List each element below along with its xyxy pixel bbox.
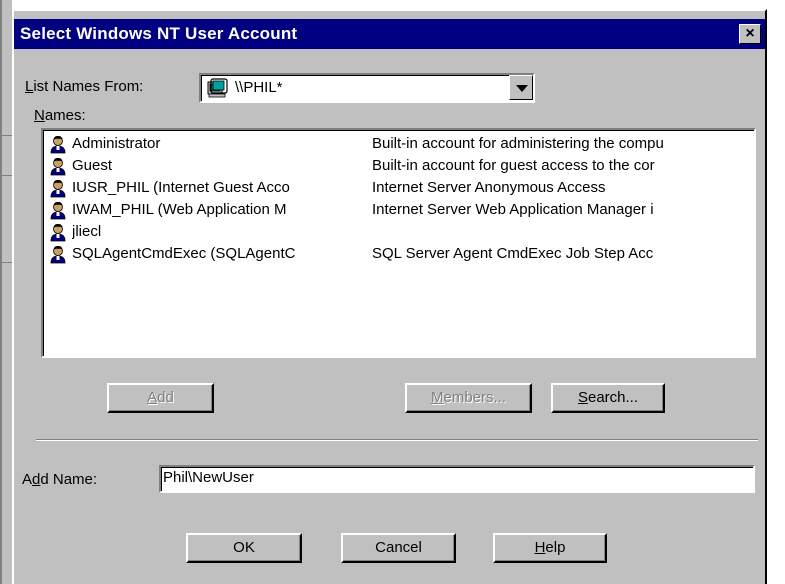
account-name: SQLAgentCmdExec (SQLAgentC: [72, 245, 296, 262]
names-listbox[interactable]: Administrator Built-in account for admini…: [41, 128, 756, 358]
computer-icon: [207, 78, 228, 98]
account-description: SQL Server Agent CmdExec Job Step Acc: [372, 245, 654, 262]
user-icon: [49, 245, 67, 264]
list-item[interactable]: Guest Built-in account for guest access t…: [49, 156, 754, 178]
close-icon: ×: [745, 25, 755, 42]
account-name: IWAM_PHIL (Web Application M: [72, 201, 287, 218]
account-name: jliecl: [72, 223, 102, 240]
add-name-label: Add Name:: [22, 471, 98, 488]
separator: [36, 439, 758, 441]
user-icon: [49, 135, 67, 154]
list-names-from-label: List Names From:: [25, 78, 144, 95]
add-name-value: Phil\NewUser: [163, 469, 254, 486]
add-button[interactable]: Add: [107, 383, 214, 413]
list-item[interactable]: Administrator Built-in account for admini…: [49, 134, 754, 156]
title-bar[interactable]: Select Windows NT User Account ×: [14, 19, 765, 49]
search-button[interactable]: Search...: [551, 383, 665, 413]
account-description: Internet Server Web Application Manager …: [372, 201, 654, 218]
account-name: IUSR_PHIL (Internet Guest Acco: [72, 179, 290, 196]
list-names-from-dropdown[interactable]: \\PHIL*: [199, 73, 535, 103]
account-name: Guest: [72, 157, 113, 174]
list-names-from-value: \\PHIL*: [235, 79, 283, 96]
close-button[interactable]: ×: [739, 24, 761, 44]
background-line: [0, 262, 12, 263]
dropdown-arrow-button[interactable]: [509, 75, 533, 100]
background-line: [0, 175, 12, 176]
cancel-button[interactable]: Cancel: [341, 533, 456, 563]
names-label: Names:: [34, 107, 86, 124]
user-icon: [49, 179, 67, 198]
members-button[interactable]: Members...: [405, 383, 532, 413]
user-icon: [49, 223, 67, 242]
list-item[interactable]: IWAM_PHIL (Web Application M Internet Ser…: [49, 200, 754, 222]
background-border: [0, 0, 2, 584]
list-item[interactable]: IUSR_PHIL (Internet Guest Acco Internet S…: [49, 178, 754, 200]
list-item[interactable]: jliecl: [49, 222, 754, 244]
list-item[interactable]: SQLAgentCmdExec (SQLAgentC SQL Server Age…: [49, 244, 754, 266]
account-name: Administrator: [72, 135, 161, 152]
add-name-input[interactable]: Phil\NewUser: [159, 465, 755, 493]
user-icon: [49, 157, 67, 176]
dialog-title: Select Windows NT User Account: [20, 24, 298, 43]
user-icon: [49, 201, 67, 220]
help-button[interactable]: Help: [493, 533, 607, 563]
account-description: Built-in account for guest access to the…: [372, 157, 655, 174]
account-description: Internet Server Anonymous Access: [372, 179, 606, 196]
account-description: Built-in account for administering the c…: [372, 135, 664, 152]
select-user-account-dialog: Select Windows NT User Account × List Na…: [12, 9, 767, 584]
background-line: [0, 135, 12, 136]
chevron-down-icon: [516, 85, 528, 92]
background-window-edge: [0, 0, 12, 584]
ok-button[interactable]: OK: [186, 533, 302, 563]
